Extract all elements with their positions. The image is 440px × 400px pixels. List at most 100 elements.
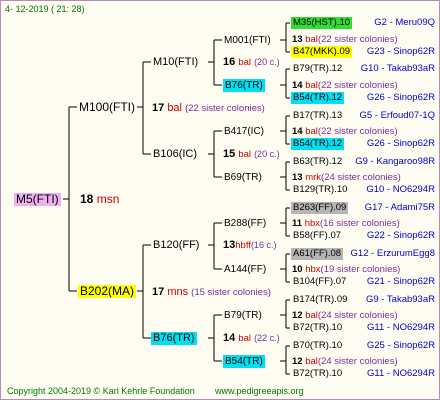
- g2-info-2: 15 bal (20 c.): [223, 148, 280, 161]
- g4-queen-8[interactable]: B129(TR).10: [293, 184, 347, 196]
- g4-queen-16[interactable]: B72(TR).10: [293, 368, 342, 380]
- g4-ref-14[interactable]: G11 - NO6294R: [367, 322, 435, 334]
- g2-num-4: 14: [223, 332, 236, 344]
- g3-info-8: 12 bal(24 sister colonies): [292, 356, 398, 368]
- g3-num-1: 13: [292, 34, 303, 45]
- root-info: 18 msn: [80, 193, 119, 206]
- g3-unit-4: mrk: [305, 172, 322, 183]
- g1-unit-2: mns: [167, 286, 189, 298]
- g4-queen-13[interactable]: B174(TR).09: [293, 294, 347, 306]
- g2-queen-3[interactable]: B120(FF): [153, 239, 199, 252]
- g2-unit-1: bal: [238, 57, 251, 68]
- g4-ref-13[interactable]: G9 - Takab93aR: [366, 294, 435, 306]
- g4-queen-12[interactable]: B104(FF).07: [293, 276, 346, 288]
- g3-unit-5: hbx: [304, 218, 321, 229]
- g1-note-2: (15 sister colonies): [191, 287, 271, 298]
- g3-num-5: 11: [292, 218, 303, 229]
- footer-website-link[interactable]: www.pedigreeapis.org: [215, 385, 304, 397]
- g3-unit-3: bal: [305, 126, 318, 137]
- g2-num-2: 15: [223, 148, 236, 160]
- g4-queen-7[interactable]: B63(TR).12: [293, 156, 342, 168]
- g2-queen-4[interactable]: B76(TR): [151, 332, 197, 345]
- g4-ref-16[interactable]: G11 - NO6294R: [367, 368, 435, 380]
- g4-queen-14[interactable]: B72(TR).10: [293, 322, 342, 334]
- g3-unit-6: hbx: [305, 264, 321, 275]
- g4-queen-6[interactable]: B54(TR).12: [291, 138, 345, 150]
- g2-info-1: 16 bal (20 c.): [223, 56, 280, 69]
- g3-num-4: 13: [292, 172, 303, 183]
- g1-num-1: 17: [152, 102, 165, 114]
- g3-queen-6[interactable]: A144(FF): [224, 263, 266, 276]
- g2-unit-3: hbff: [235, 240, 251, 251]
- g4-ref-3[interactable]: G10 - Takab93aR: [361, 63, 435, 75]
- g4-ref-15[interactable]: G25 - Sinop62R: [367, 340, 435, 352]
- g3-num-7: 12: [292, 310, 303, 321]
- g4-ref-4[interactable]: G26 - Sinop62R: [367, 92, 435, 104]
- g1-note-1: (22 sister colonies): [185, 103, 265, 114]
- g3-note-8: (24 sister colonies): [317, 356, 398, 367]
- g4-ref-10[interactable]: G22 - Sinop62R: [367, 230, 435, 242]
- pedigree-page: 4- 12-2019 ( 21: 28) M5(FTI) 18 msn M100…: [0, 0, 440, 400]
- g3-note-2: (22 sister colonies): [317, 80, 398, 91]
- g3-num-2: 14: [292, 80, 303, 91]
- g3-queen-7[interactable]: B79(TR): [224, 309, 262, 322]
- g3-queen-2[interactable]: B76(TR): [223, 79, 265, 92]
- g4-queen-4[interactable]: B54(TR).12: [291, 92, 345, 104]
- root-queen[interactable]: M5(FTI): [14, 193, 61, 206]
- g3-queen-8[interactable]: B54(TR): [223, 355, 265, 368]
- g2-note-1: (20 c.): [254, 57, 280, 67]
- g4-queen-9[interactable]: B263(FF).09: [291, 202, 349, 214]
- g2-note-3: (16 c.): [250, 240, 277, 250]
- g4-queen-10[interactable]: B58(FF).07: [293, 230, 341, 242]
- g4-ref-11[interactable]: G12 - ErzurumEgg8: [351, 248, 435, 260]
- g4-ref-2[interactable]: G23 - Sinop62R: [367, 46, 435, 58]
- g3-info-5: 11 hbx(16 sister colonies): [292, 218, 400, 230]
- g4-ref-1[interactable]: G2 - Meru09Q: [374, 17, 435, 29]
- g3-note-7: (24 sister colonies): [317, 310, 398, 321]
- g4-queen-1[interactable]: M35(HST).10: [291, 17, 353, 29]
- g2-unit-4: bal: [238, 333, 251, 344]
- footer-copyright: Copyright 2004-2019 © Karl Kehrle Founda…: [7, 386, 195, 396]
- g3-queen-3[interactable]: B417(IC): [224, 125, 264, 138]
- g2-queen-2[interactable]: B106(IC): [153, 148, 197, 161]
- g3-num-8: 12: [292, 356, 303, 367]
- report-date: 4- 12-2019 ( 21: 28): [5, 4, 85, 14]
- g3-info-4: 13 mrk(24 sister colonies): [292, 172, 401, 184]
- g3-queen-4[interactable]: B69(TR): [224, 171, 262, 184]
- g1-num-2: 17: [152, 286, 165, 298]
- g4-ref-8[interactable]: G10 - NO6294R: [366, 184, 435, 196]
- g4-ref-6[interactable]: G26 - Sinop62R: [367, 138, 435, 150]
- g4-queen-3[interactable]: B79(TR).12: [293, 63, 342, 75]
- g4-ref-7[interactable]: G9 - Kangaroo98R: [355, 156, 435, 168]
- g3-note-3: (22 sister colonies): [317, 126, 398, 137]
- g4-queen-2[interactable]: B47(MKK).09: [291, 46, 353, 58]
- g3-info-6: 10 hbx(19 sister colonies): [292, 264, 400, 276]
- g4-queen-11[interactable]: A61(FF).08: [291, 248, 344, 260]
- g3-note-5: (16 sister colonies): [320, 218, 400, 229]
- g4-queen-5[interactable]: B17(TR).13: [293, 110, 342, 122]
- g2-queen-1[interactable]: M10(FTI): [153, 56, 198, 69]
- g3-unit-2: bal: [305, 80, 318, 91]
- g2-num-3: 13: [223, 239, 236, 251]
- g4-queen-15[interactable]: B70(TR).10: [293, 340, 342, 352]
- g1-queen-2[interactable]: B202(MA): [78, 285, 137, 298]
- root-unit: msn: [96, 192, 120, 206]
- g3-queen-1[interactable]: M001(FTI): [224, 34, 271, 47]
- g2-num-1: 16: [223, 56, 236, 68]
- g2-unit-2: bal: [238, 149, 251, 160]
- g2-info-3: 13hbff(16 c.): [223, 239, 276, 252]
- g2-info-4: 14 bal (22 c.): [223, 332, 280, 345]
- g3-info-2: 14 bal(22 sister colonies): [292, 80, 398, 92]
- g3-note-1: (22 sister colonies): [317, 34, 398, 45]
- g1-queen-1[interactable]: M100(FTI): [79, 101, 135, 114]
- g4-ref-5[interactable]: G5 - Erfoud07-1Q: [359, 110, 435, 122]
- g3-info-1: 13 bal(22 sister colonies): [292, 34, 398, 46]
- g4-ref-12[interactable]: G21 - Sinop62R: [367, 276, 435, 288]
- g3-note-4: (24 sister colonies): [321, 172, 401, 183]
- g1-unit-1: bal: [167, 102, 182, 114]
- g3-queen-5[interactable]: B288(FF): [224, 217, 266, 230]
- g4-ref-9[interactable]: G17 - Adami75R: [365, 202, 435, 214]
- g3-unit-7: bal: [305, 310, 318, 321]
- g3-note-6: (19 sister colonies): [320, 264, 401, 275]
- g1-info-2: 17 mns (15 sister colonies): [152, 286, 271, 299]
